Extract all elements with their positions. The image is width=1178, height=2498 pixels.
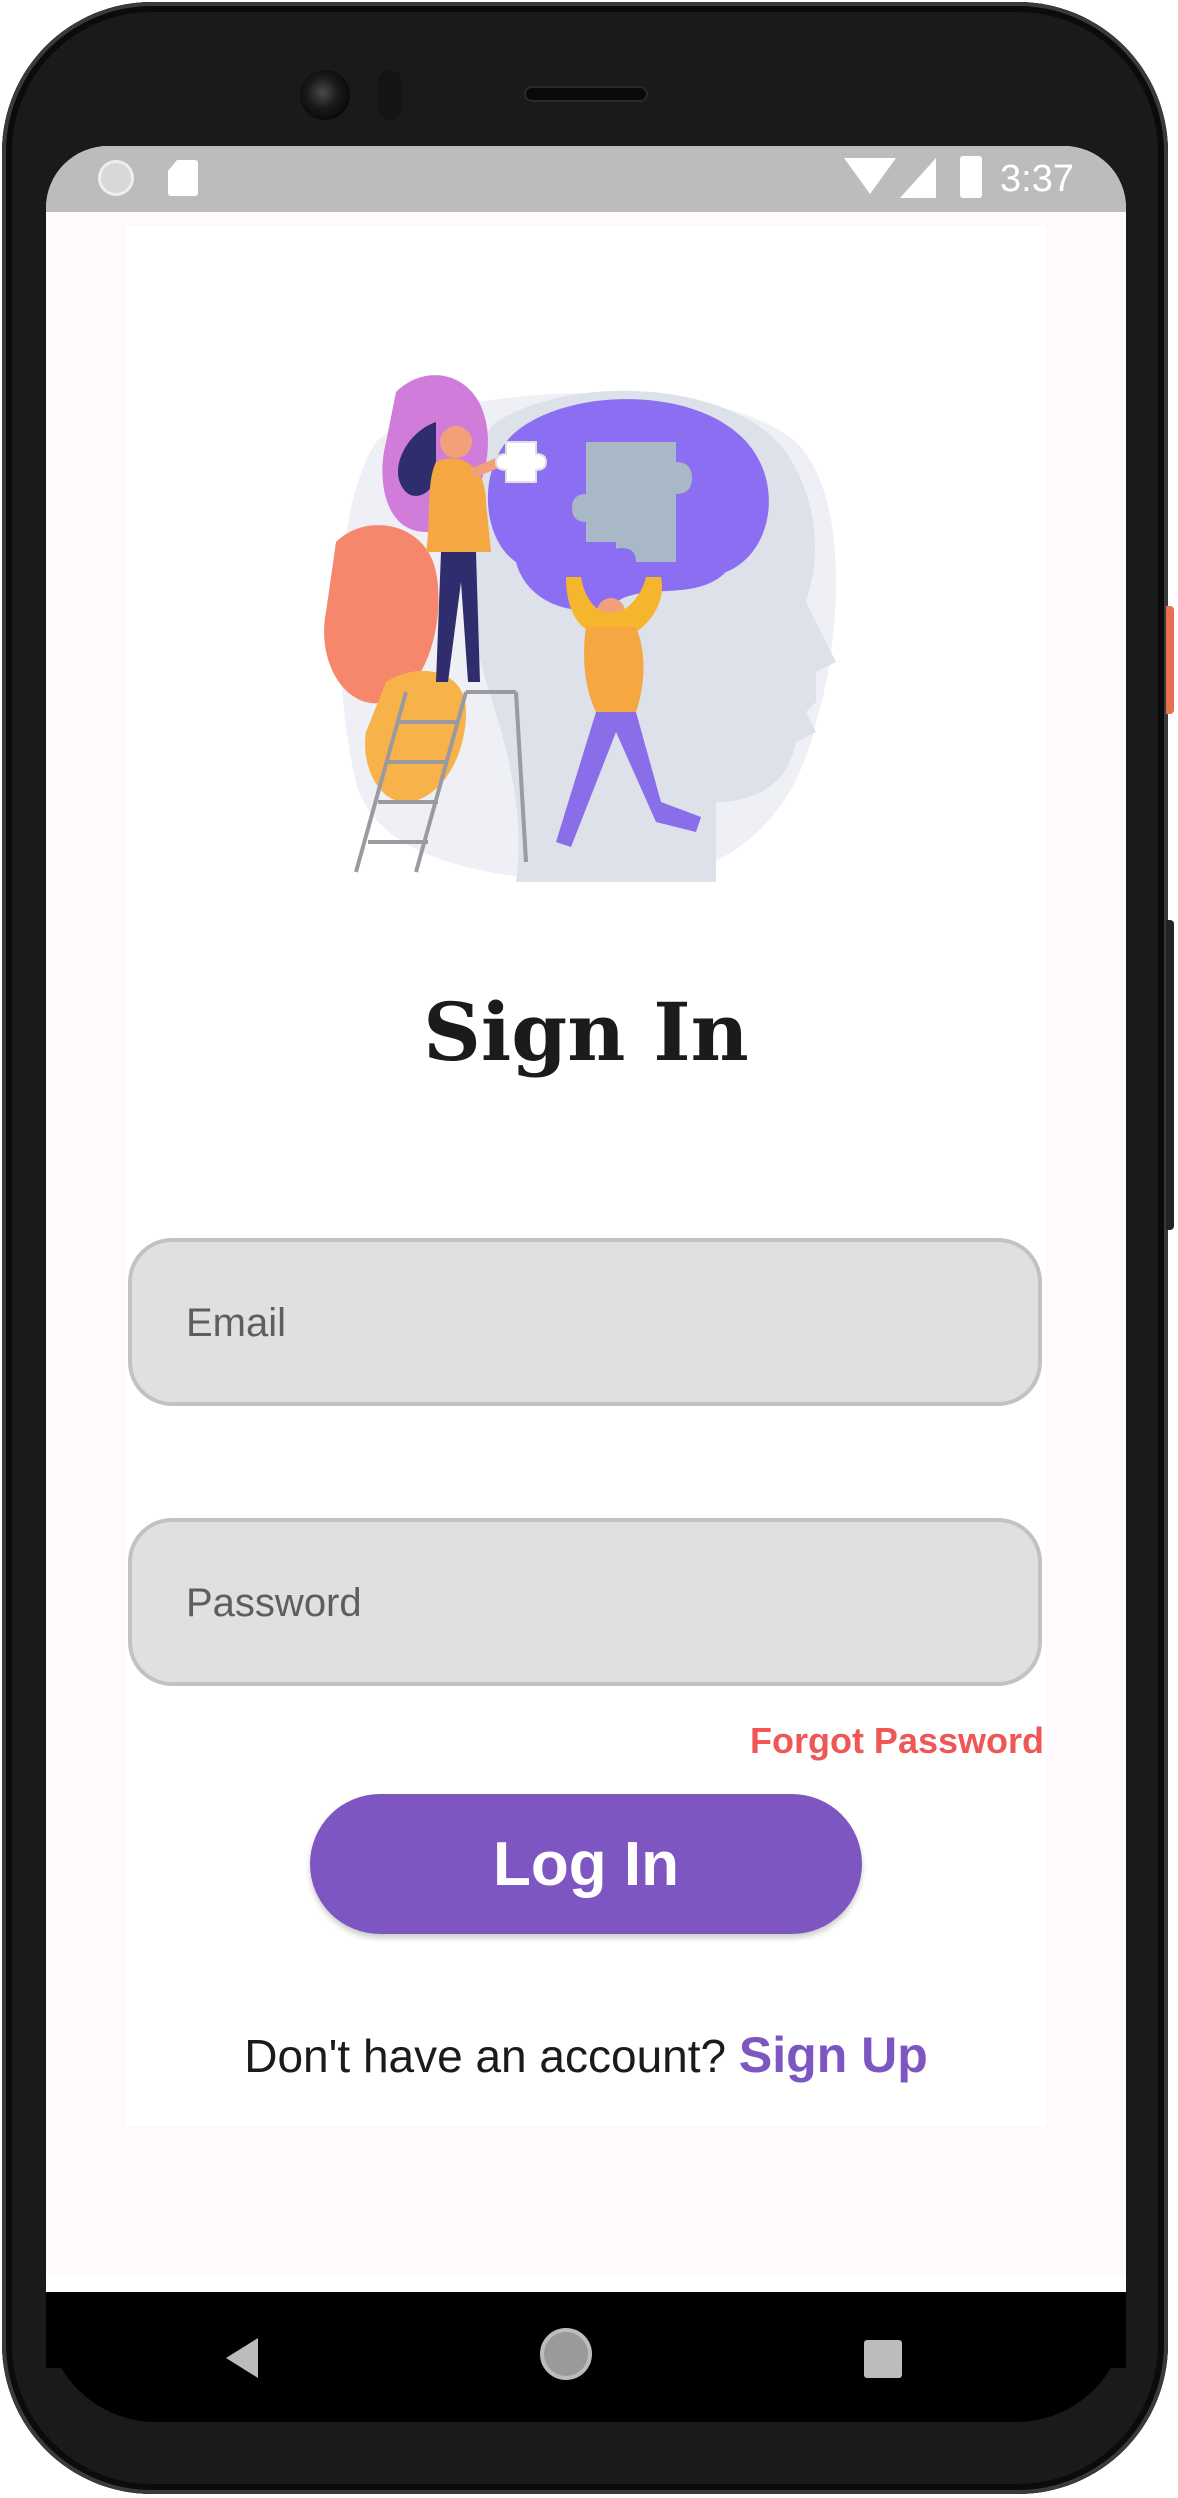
cell-signal-icon	[900, 158, 936, 198]
wifi-icon	[844, 158, 896, 194]
status-bar: 3:37	[46, 146, 1126, 212]
email-field[interactable]	[128, 1238, 1042, 1406]
email-input[interactable]	[184, 1242, 988, 1404]
password-field[interactable]	[128, 1518, 1042, 1686]
page-title: Sign In	[423, 985, 749, 1079]
power-button	[1166, 606, 1174, 714]
recents-icon[interactable]	[864, 2340, 902, 2378]
proximity-sensor	[378, 70, 402, 120]
forgot-password-link[interactable]: Forgot Password	[750, 1720, 1044, 1762]
sd-card-icon	[168, 160, 198, 196]
notification-dot-icon	[98, 160, 134, 196]
login-button[interactable]: Log In	[310, 1794, 862, 1934]
signup-prompt: Don't have an account?	[244, 2030, 727, 2082]
screen: 3:37 Sign In Email Forgot Password Log I…	[46, 146, 1126, 2368]
signup-row: Don't have an account? Sign Up	[46, 2026, 1126, 2084]
home-icon[interactable]	[540, 2328, 592, 2380]
password-input[interactable]	[184, 1522, 988, 1684]
signup-link[interactable]: Sign Up	[739, 2027, 928, 2083]
head-puzzle-illustration	[324, 375, 836, 882]
battery-icon	[960, 156, 982, 198]
back-icon[interactable]	[226, 2338, 258, 2378]
front-camera	[300, 70, 350, 120]
status-clock: 3:37	[1000, 158, 1074, 200]
volume-button	[1166, 920, 1174, 1230]
earpiece-speaker	[524, 86, 648, 102]
